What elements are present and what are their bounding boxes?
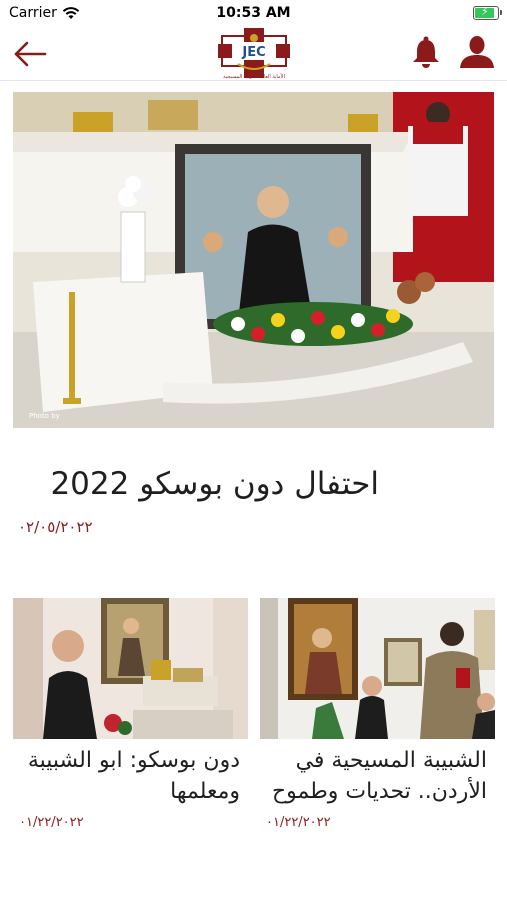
article-card[interactable]: دون بوسكو: ابو الشبيبة ومعلمها ٠١/٢٢/٢٠٢… xyxy=(13,598,248,830)
arrow-left-icon xyxy=(14,41,47,67)
article-card[interactable]: الشبيبة المسيحية في الأردن.. تحديات وطمو… xyxy=(260,598,495,830)
status-bar: Carrier 10:53 AM ⚡ xyxy=(0,0,507,28)
clock: 10:53 AM xyxy=(216,5,291,21)
article-image[interactable] xyxy=(13,598,248,739)
logo-caption: الأمانة العامة للتربية المسيحية xyxy=(223,73,285,80)
profile-button[interactable] xyxy=(458,34,496,70)
nav-bar: JEC الأمانة العامة للتربية المسيحية xyxy=(0,28,507,81)
article-date: ٠١/٢٢/٢٠٢٢ xyxy=(266,815,331,830)
featured-title[interactable]: احتفال دون بوسكو 2022 xyxy=(13,466,494,502)
battery-icon: ⚡ xyxy=(473,5,502,20)
bell-icon xyxy=(413,36,439,68)
article-title[interactable]: دون بوسكو: ابو الشبيبة ومعلمها xyxy=(13,745,248,807)
featured-image[interactable]: Photo by xyxy=(13,92,494,428)
article-image[interactable] xyxy=(260,598,495,739)
image-caption: Photo by xyxy=(29,412,60,420)
app-logo: JEC الأمانة العامة للتربية المسيحية xyxy=(218,28,290,80)
back-button[interactable] xyxy=(12,38,48,70)
notifications-button[interactable] xyxy=(410,34,442,70)
article-title[interactable]: الشبيبة المسيحية في الأردن.. تحديات وطمو… xyxy=(260,745,495,807)
user-icon xyxy=(460,36,494,68)
article-date: ٠١/٢٢/٢٠٢٢ xyxy=(19,815,84,830)
logo-text: JEC xyxy=(241,45,265,60)
featured-date: ٠٢/٠٥/٢٠٢٢ xyxy=(18,518,93,536)
